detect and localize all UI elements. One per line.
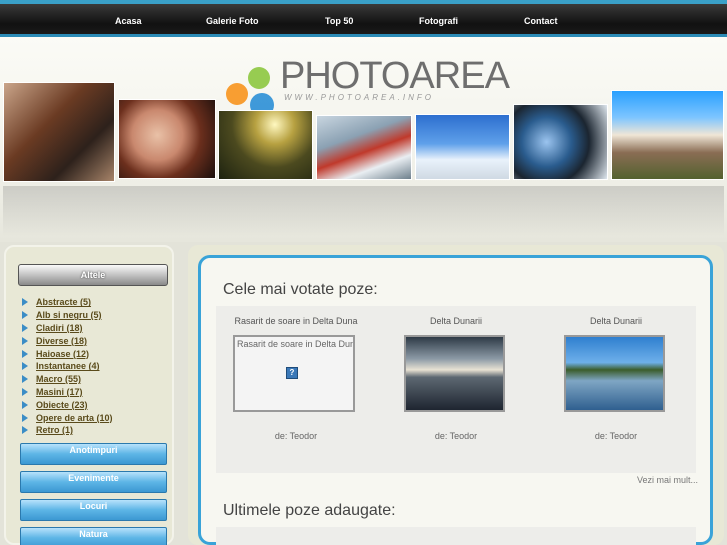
latest-photos-title: Ultimele poze adaugate: <box>223 502 396 519</box>
arrow-right-icon <box>22 362 28 371</box>
category-label[interactable]: Obiecte (23) <box>36 400 88 410</box>
header-photo-portrait <box>118 99 216 179</box>
category-item[interactable]: Obiecte (23) <box>22 398 113 411</box>
photo-thumbnail-river[interactable] <box>564 335 665 412</box>
arrow-right-icon <box>22 311 28 320</box>
category-list: Abstracte (5) Alb si negru (5) Cladiri (… <box>22 296 113 437</box>
photo-title[interactable]: Delta Dunarii <box>536 316 696 326</box>
latest-photo-card <box>376 527 536 545</box>
photo-card: Delta Dunarii de: Teodor <box>376 306 536 473</box>
category-item[interactable]: Masini (17) <box>22 386 113 399</box>
category-item[interactable]: Macro (55) <box>22 373 113 386</box>
site-header: PHOTOAREA WWW.PHOTOAREA.INFO <box>0 37 727 242</box>
header-photo-car <box>316 115 412 180</box>
category-label[interactable]: Macro (55) <box>36 374 81 384</box>
header-photo-strip <box>0 82 727 242</box>
header-photo-snowboard <box>415 114 510 180</box>
header-photo-sunglasses <box>513 104 608 180</box>
arrow-right-icon <box>22 298 28 307</box>
top-navigation: Acasa Galerie Foto Top 50 Fotografi Cont… <box>0 0 727 37</box>
arrow-right-icon <box>22 336 28 345</box>
photo-card: Rasarit de soare in Delta Duna Rasarit d… <box>216 306 376 473</box>
category-item[interactable]: Opere de arta (10) <box>22 411 113 424</box>
arrow-right-icon <box>22 413 28 422</box>
arrow-right-icon <box>22 323 28 332</box>
nav-galerie-foto[interactable]: Galerie Foto <box>206 16 259 26</box>
category-label[interactable]: Instantanee (4) <box>36 361 100 371</box>
category-label[interactable]: Haioase (12) <box>36 349 89 359</box>
category-sidebar: Altele Abstracte (5) Alb si negru (5) Cl… <box>4 245 174 545</box>
nav-top-50[interactable]: Top 50 <box>325 16 353 26</box>
photo-author[interactable]: de: Teodor <box>376 431 536 441</box>
see-more-link[interactable]: Vezi mai mult... <box>637 475 698 485</box>
arrow-right-icon <box>22 400 28 409</box>
category-button-locuri[interactable]: Locuri <box>20 499 167 521</box>
category-item[interactable]: Haioase (12) <box>22 347 113 360</box>
category-button-natura[interactable]: Natura <box>20 527 167 545</box>
photo-thumbnail-broken[interactable]: Rasarit de soare in Delta Duna ? <box>233 335 355 412</box>
category-item[interactable]: Retro (1) <box>22 424 113 437</box>
category-item[interactable]: Instantanee (4) <box>22 360 113 373</box>
category-label[interactable]: Masini (17) <box>36 387 83 397</box>
category-item[interactable]: Diverse (18) <box>22 334 113 347</box>
category-label[interactable]: Cladiri (18) <box>36 323 83 333</box>
category-item[interactable]: Abstracte (5) <box>22 296 113 309</box>
category-button-evenimente[interactable]: Evenimente <box>20 471 167 493</box>
nav-contact[interactable]: Contact <box>524 16 558 26</box>
header-reflection <box>3 186 724 236</box>
category-label[interactable]: Diverse (18) <box>36 336 87 346</box>
header-photo-village <box>611 90 724 180</box>
latest-photo-card <box>216 527 376 545</box>
broken-image-icon: ? <box>286 367 298 379</box>
sidebar-header-altele[interactable]: Altele <box>18 264 168 286</box>
photo-thumbnail-sunset[interactable] <box>404 335 505 412</box>
arrow-right-icon <box>22 349 28 358</box>
header-photo-ornaments <box>3 82 115 182</box>
arrow-right-icon <box>22 426 28 435</box>
photo-author[interactable]: de: Teodor <box>536 431 696 441</box>
nav-fotografi[interactable]: Fotografi <box>419 16 458 26</box>
header-photo-forest <box>218 110 313 180</box>
arrow-right-icon <box>22 387 28 396</box>
category-item[interactable]: Alb si negru (5) <box>22 309 113 322</box>
top-voted-title: Cele mai votate poze: <box>223 281 378 298</box>
latest-photo-card <box>536 527 696 545</box>
photo-author[interactable]: de: Teodor <box>216 431 376 441</box>
photo-card: Delta Dunarii de: Teodor <box>536 306 696 473</box>
photo-title[interactable]: Rasarit de soare in Delta Duna <box>216 316 376 326</box>
photo-title[interactable]: Delta Dunarii <box>376 316 536 326</box>
category-label[interactable]: Alb si negru (5) <box>36 310 102 320</box>
category-label[interactable]: Abstracte (5) <box>36 297 91 307</box>
arrow-right-icon <box>22 375 28 384</box>
category-label[interactable]: Retro (1) <box>36 425 73 435</box>
category-item[interactable]: Cladiri (18) <box>22 322 113 335</box>
category-label[interactable]: Opere de arta (10) <box>36 413 113 423</box>
nav-acasa[interactable]: Acasa <box>115 16 142 26</box>
category-button-anotimpuri[interactable]: Anotimpuri <box>20 443 167 465</box>
broken-image-alt-text: Rasarit de soare in Delta Duna <box>237 339 355 349</box>
